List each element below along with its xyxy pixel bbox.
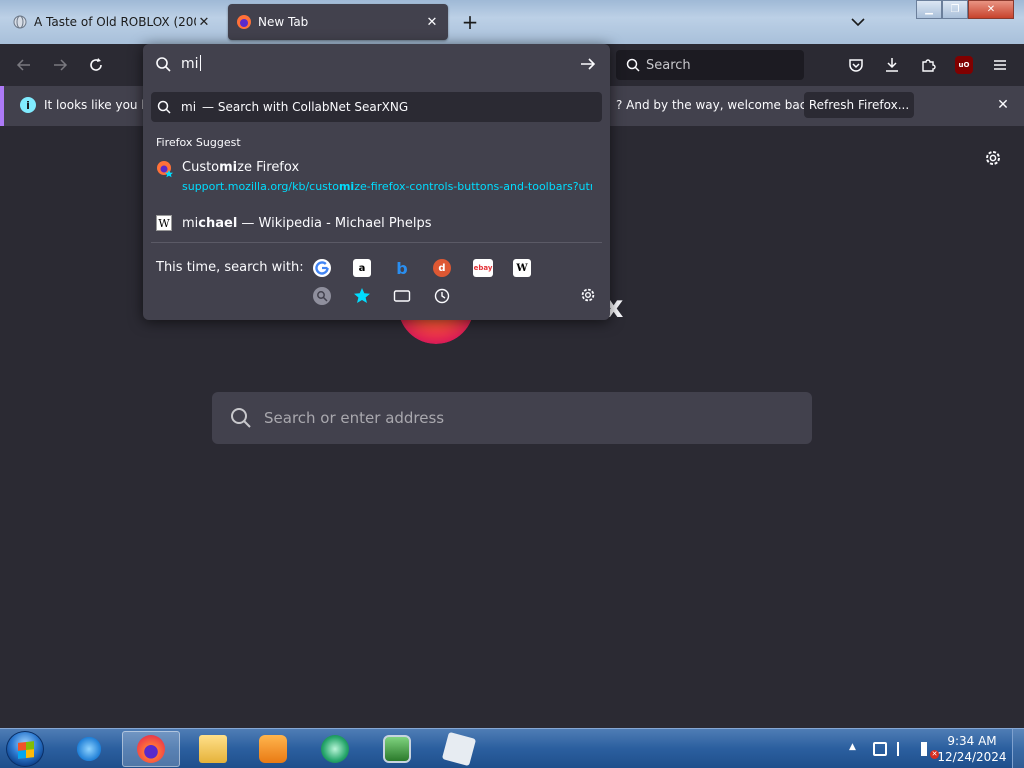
- search-icon: [157, 100, 171, 114]
- media-center-taskbar-button[interactable]: [306, 731, 364, 767]
- forward-button[interactable]: [48, 53, 72, 77]
- personalize-settings-button[interactable]: [983, 148, 1003, 168]
- search-icon: [231, 408, 251, 428]
- tab-roblox[interactable]: A Taste of Old ROBLOX (2009 e ✕: [4, 4, 220, 40]
- extensions-button[interactable]: [916, 53, 940, 77]
- minimize-button[interactable]: ▁: [916, 0, 942, 19]
- heuristic-action: — Search with CollabNet SearXNG: [202, 100, 409, 114]
- app-menu-button[interactable]: [988, 53, 1012, 77]
- flag-icon[interactable]: [897, 742, 911, 756]
- duckduckgo-engine-icon[interactable]: d: [433, 259, 451, 277]
- firefox-icon: [137, 735, 165, 763]
- file-explorer-taskbar-button[interactable]: [184, 731, 242, 767]
- globe-icon: [12, 14, 28, 30]
- firefox-suggest-label: Firefox Suggest: [156, 136, 241, 149]
- window-close-button[interactable]: ✕: [968, 0, 1014, 19]
- content-search-box[interactable]: Search or enter address: [212, 392, 812, 444]
- urlbar-dropdown: mi mi — Search with CollabNet SearXNG Fi…: [143, 44, 610, 320]
- arrow-left-icon: [16, 59, 30, 71]
- heuristic-query: mi: [181, 100, 197, 114]
- tabs-icon[interactable]: [393, 287, 411, 305]
- ublock-origin-icon[interactable]: uO: [955, 56, 973, 74]
- media-player-taskbar-button[interactable]: [244, 731, 302, 767]
- gear-icon: [986, 151, 1000, 165]
- puzzle-icon: [922, 59, 936, 72]
- divider: [151, 242, 602, 243]
- pocket-icon: [849, 59, 863, 72]
- pocket-button[interactable]: [844, 53, 868, 77]
- suggestion-wikipedia-michael[interactable]: W michael — Wikipedia - Michael Phelps: [156, 212, 596, 234]
- search-icon: [156, 57, 171, 72]
- firefox-icon: [236, 14, 252, 30]
- list-all-tabs-button[interactable]: [848, 10, 868, 34]
- search-bar-placeholder: Search: [646, 57, 691, 73]
- one-off-search-label: This time, search with:: [156, 260, 304, 275]
- url-input-row[interactable]: mi: [143, 44, 610, 84]
- suggestion-customize-firefox[interactable]: Customize Firefox support.mozilla.org/kb…: [156, 158, 596, 198]
- arrow-right-icon: [581, 58, 596, 70]
- tab-title: A Taste of Old ROBLOX (2009 e: [34, 15, 196, 29]
- heuristic-search-row[interactable]: mi — Search with CollabNet SearXNG: [151, 92, 602, 122]
- chevron-down-icon: [851, 18, 865, 27]
- search-bar[interactable]: Search: [616, 50, 804, 80]
- content-search-placeholder: Search or enter address: [264, 409, 445, 427]
- window-controls: ▁ ❐ ✕: [916, 0, 1014, 19]
- close-icon[interactable]: ✕: [994, 96, 1012, 114]
- roblox-taskbar-button[interactable]: [430, 731, 488, 767]
- searxng-engine-icon[interactable]: [313, 287, 331, 305]
- network-icon[interactable]: [873, 742, 887, 756]
- tab-strip: A Taste of Old ROBLOX (2009 e ✕ New Tab …: [0, 0, 1024, 44]
- internet-explorer-taskbar-button[interactable]: [60, 731, 118, 767]
- search-icon: [626, 58, 640, 72]
- new-tab-button[interactable]: +: [458, 10, 482, 34]
- firefox-taskbar-button[interactable]: [122, 731, 180, 767]
- history-clock-icon[interactable]: [433, 287, 451, 305]
- clock-date: 12/24/2024: [937, 750, 1007, 764]
- reload-button[interactable]: [84, 53, 108, 77]
- arrow-right-icon: [54, 59, 68, 71]
- media-player-icon: [259, 735, 287, 763]
- downloads-button[interactable]: [880, 53, 904, 77]
- bookmarks-star-icon[interactable]: [353, 287, 371, 305]
- refresh-firefox-button[interactable]: Refresh Firefox...: [804, 92, 914, 118]
- close-icon[interactable]: ✕: [424, 14, 440, 30]
- info-icon: i: [20, 97, 36, 113]
- search-settings-button[interactable]: [579, 286, 597, 304]
- suggestion-title: Customize Firefox: [182, 160, 300, 175]
- notification-text: It looks like you ha: [44, 98, 157, 112]
- chevron-up-icon[interactable]: ▲: [849, 742, 863, 756]
- google-engine-icon[interactable]: [313, 259, 331, 277]
- tab-title: New Tab: [258, 15, 309, 29]
- task-manager-taskbar-button[interactable]: [368, 731, 426, 767]
- download-icon: [886, 58, 898, 72]
- reload-icon: [90, 58, 102, 71]
- suggestion-title: michael — Wikipedia - Michael Phelps: [182, 215, 432, 231]
- wikipedia-icon: W: [156, 215, 172, 231]
- system-tray: ▲ ✕: [844, 735, 940, 763]
- show-desktop-button[interactable]: [1012, 729, 1024, 768]
- hamburger-icon: [994, 60, 1006, 70]
- amazon-engine-icon[interactable]: a: [353, 259, 371, 277]
- clock[interactable]: 9:34 AM 12/24/2024: [930, 733, 1014, 765]
- firefox-help-icon: [156, 160, 174, 178]
- notification-text-end: ? And by the way, welcome back!: [616, 98, 819, 112]
- clock-time: 9:34 AM: [947, 734, 997, 748]
- url-input[interactable]: mi: [181, 55, 201, 72]
- monitor-icon: [383, 735, 411, 763]
- close-icon[interactable]: ✕: [196, 14, 212, 30]
- roblox-icon: [441, 731, 477, 767]
- suggestion-url: support.mozilla.org/kb/customize-firefox…: [182, 180, 592, 193]
- bing-engine-icon[interactable]: b: [393, 259, 411, 278]
- back-button[interactable]: [12, 53, 36, 77]
- tab-new-tab[interactable]: New Tab ✕: [228, 4, 448, 40]
- start-button[interactable]: [6, 731, 44, 767]
- media-center-icon: [321, 735, 349, 763]
- gear-icon: [581, 288, 595, 302]
- folder-icon: [199, 735, 227, 763]
- taskbar: ▲ ✕ 9:34 AM 12/24/2024: [0, 728, 1024, 768]
- internet-explorer-icon: [75, 735, 103, 763]
- ebay-engine-icon[interactable]: ebay: [473, 259, 493, 277]
- restore-button[interactable]: ❐: [942, 0, 968, 19]
- wikipedia-engine-icon[interactable]: W: [513, 259, 531, 277]
